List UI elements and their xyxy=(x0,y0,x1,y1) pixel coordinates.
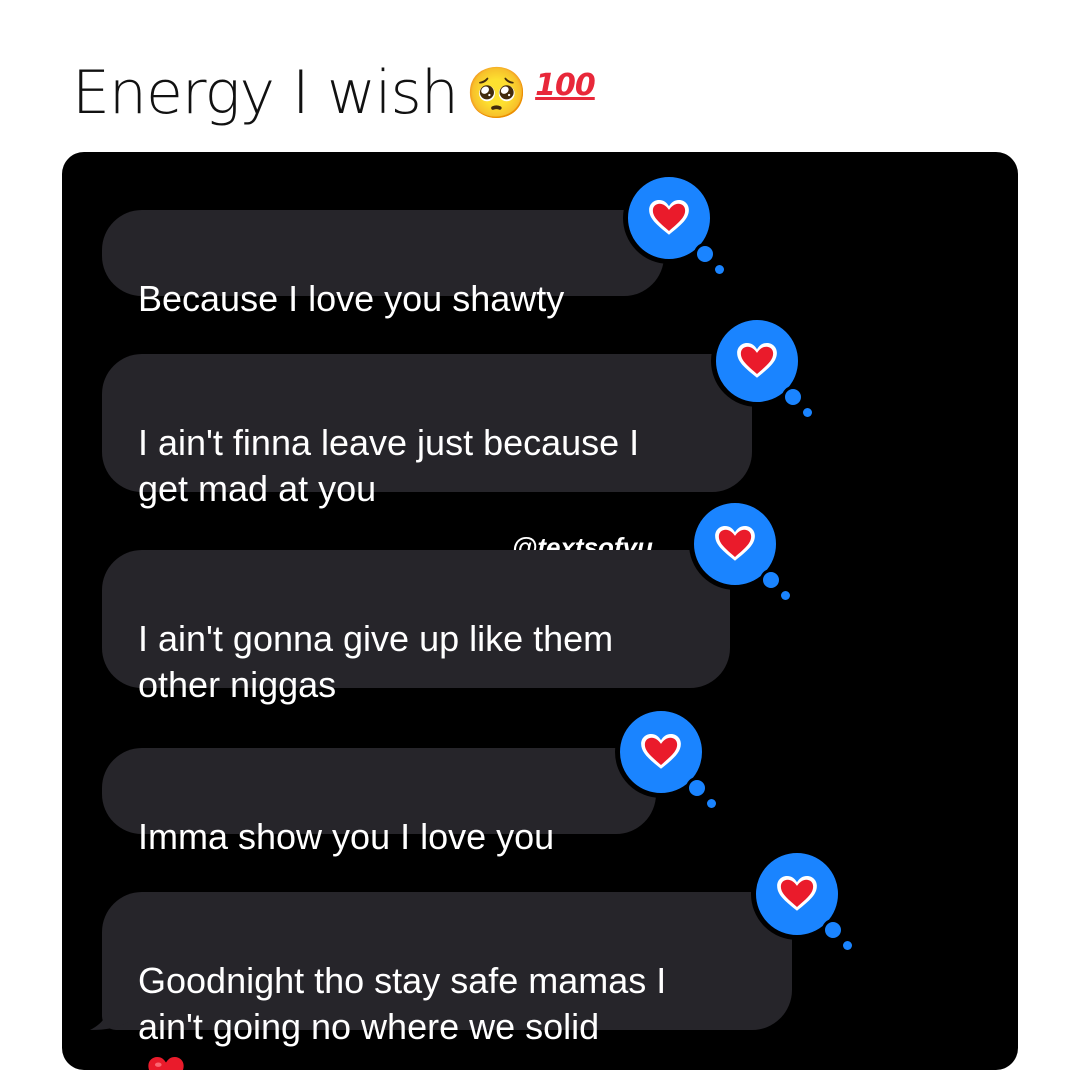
heart-reaction-icon[interactable] xyxy=(689,498,790,600)
message-bubble[interactable]: Because I love you shawty xyxy=(102,210,664,319)
heart-reaction-icon[interactable] xyxy=(615,706,716,808)
message-text: Because I love you shawty xyxy=(138,278,565,319)
caption-text: Energy I wish xyxy=(72,58,459,128)
post-caption: Energy I wish 🥺 100 xyxy=(72,58,596,128)
message-bubble[interactable]: Goodnight tho stay safe mamas I ain't go… xyxy=(102,892,792,1070)
message-bubble[interactable]: I ain't gonna give up like them other ni… xyxy=(102,550,730,705)
hundred-points-icon: 100 xyxy=(535,67,596,103)
message-thread: Because I love you shawty I ain't finna … xyxy=(62,152,1018,1070)
message-text: I ain't gonna give up like them other ni… xyxy=(138,618,614,705)
message-text: I ain't finna leave just because I get m… xyxy=(138,422,640,509)
message-text: Goodnight tho stay safe mamas I ain't go… xyxy=(138,960,667,1047)
heart-reaction-icon[interactable] xyxy=(751,848,852,950)
red-heart-icon xyxy=(148,1057,184,1070)
message-text: Imma show you I love you xyxy=(138,816,555,857)
pleading-face-icon: 🥺 xyxy=(465,64,528,122)
heart-reaction-icon[interactable] xyxy=(623,172,724,274)
bubble-tail xyxy=(90,1002,128,1030)
message-bubble[interactable]: I ain't finna leave just because I get m… xyxy=(102,354,752,509)
message-bubble[interactable]: Imma show you I love you xyxy=(102,748,656,857)
heart-reaction-icon[interactable] xyxy=(711,315,812,417)
